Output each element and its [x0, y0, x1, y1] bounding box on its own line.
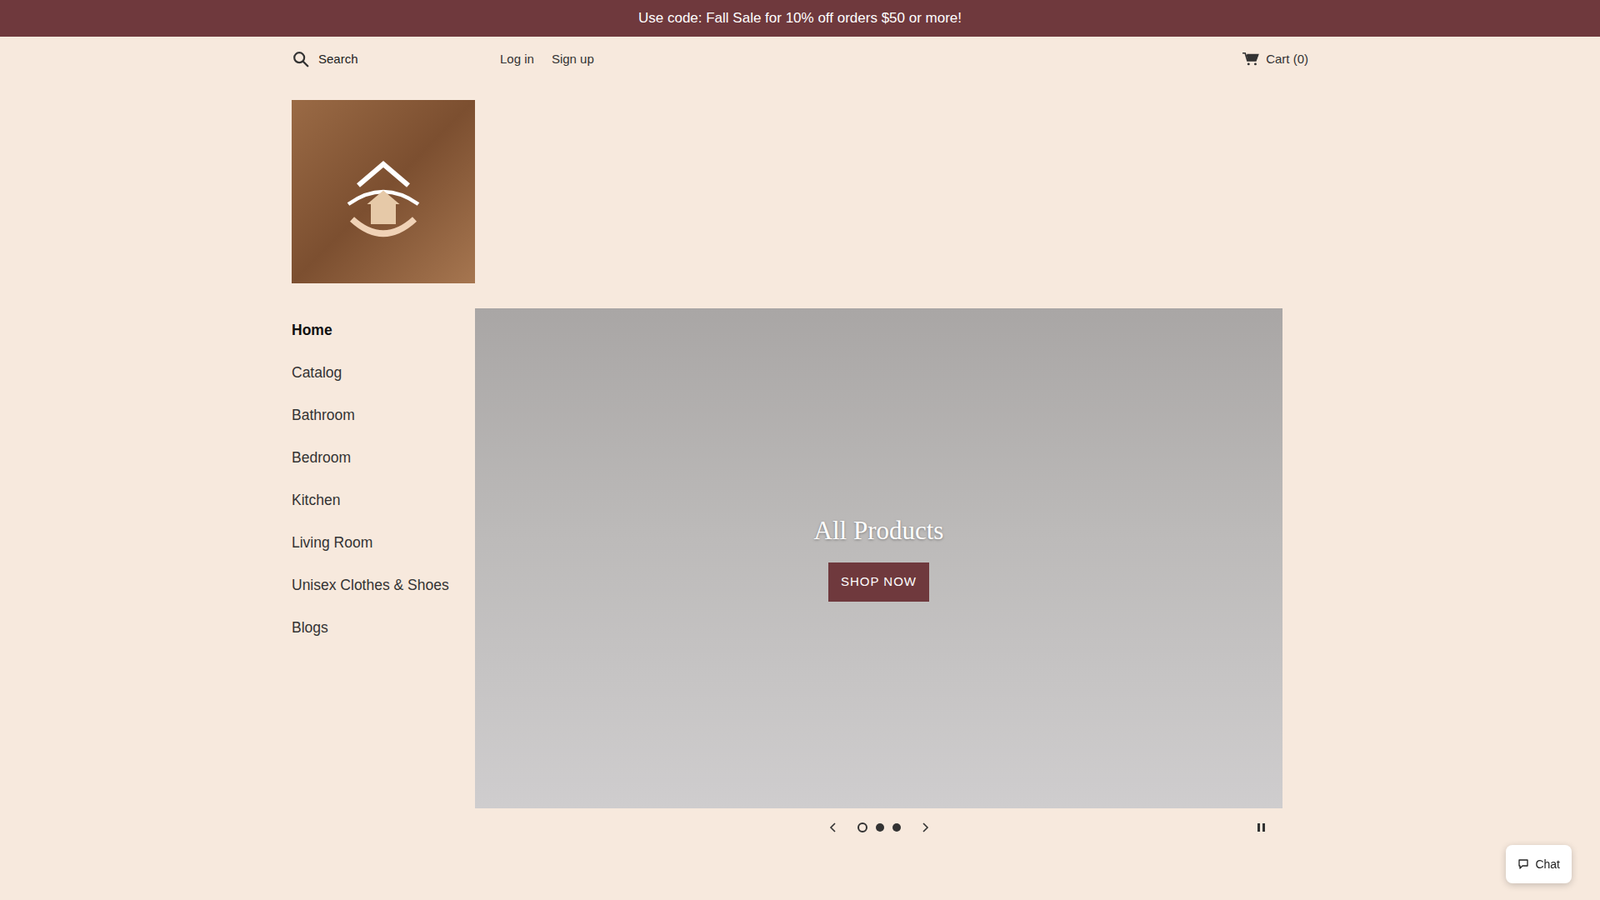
logo-house-icon [320, 129, 446, 255]
sidebar-entry: Living Room [291, 521, 475, 565]
sidebar-item[interactable]: Home [291, 309, 475, 352]
sidebar-nav: HomeCatalogBathroomBedroomKitchenLiving … [291, 309, 475, 650]
sidebar-entry: Kitchen [291, 479, 475, 522]
cart-link[interactable]: Cart (0) [1242, 50, 1309, 70]
sidebar-item[interactable]: Bathroom [291, 394, 475, 437]
account-link[interactable]: Log in [500, 50, 535, 70]
sidebar-item[interactable]: Bedroom [291, 436, 475, 480]
hero-slide: All Products SHOP NOW [475, 308, 1283, 809]
slide-dot[interactable] [875, 823, 885, 832]
announcement-text: Use code: Fall Sale for 10% off orders $… [638, 7, 962, 30]
pause-bar [1257, 823, 1260, 832]
search-icon [291, 50, 310, 69]
account-link[interactable]: Sign up [551, 50, 595, 70]
sidebar-item[interactable]: Blogs [291, 606, 475, 650]
sidebar-entry: Blogs [291, 606, 475, 650]
pause-bar [1262, 823, 1265, 832]
slide-dot[interactable] [857, 822, 868, 833]
slide-dot[interactable] [892, 823, 901, 832]
chevron-left-icon[interactable] [827, 821, 840, 834]
search-input[interactable] [318, 48, 469, 71]
cart-icon [1242, 51, 1260, 67]
sidebar-item[interactable]: Kitchen [291, 479, 475, 522]
chevron-right-icon[interactable] [919, 821, 931, 834]
page-body: HomeCatalogBathroomBedroomKitchenLiving … [291, 100, 1309, 847]
sidebar-entry: Home [291, 309, 475, 352]
sidebar-item[interactable]: Catalog [291, 351, 475, 395]
slide-dots [857, 822, 901, 833]
sidebar-entry: Bathroom [291, 394, 475, 437]
chat-bubble-icon [1517, 858, 1530, 870]
announcement-bar: Use code: Fall Sale for 10% off orders $… [0, 0, 1600, 37]
cart-label: Cart (0) [1265, 50, 1309, 70]
header-left [291, 48, 475, 71]
chat-button[interactable]: Chat [1505, 845, 1572, 884]
chat-label: Chat [1535, 855, 1560, 874]
search-form [291, 48, 475, 71]
site-header: Log in Sign up Cart (0) [291, 38, 1309, 80]
sidebar-entry: Bedroom [291, 436, 475, 480]
slideshow-controls [475, 808, 1283, 847]
store-logo[interactable] [291, 100, 475, 284]
sidebar-item[interactable]: Living Room [291, 521, 475, 565]
header-right: Log in Sign up Cart (0) [500, 50, 1309, 70]
slide-title: All Products [814, 515, 945, 546]
sidebar-entry: Catalog [291, 351, 475, 395]
pause-icon[interactable] [1257, 823, 1266, 832]
main-content: All Products SHOP NOW [475, 100, 1283, 847]
page-wrapper: Log in Sign up Cart (0) HomeCatalogBathroom… [291, 38, 1309, 847]
sidebar-item[interactable]: Unisex Clothes & Shoes [291, 564, 475, 607]
shop-now-button[interactable]: SHOP NOW [828, 562, 930, 602]
sidebar: HomeCatalogBathroomBedroomKitchenLiving … [291, 100, 475, 847]
sidebar-entry: Unisex Clothes & Shoes [291, 564, 475, 607]
